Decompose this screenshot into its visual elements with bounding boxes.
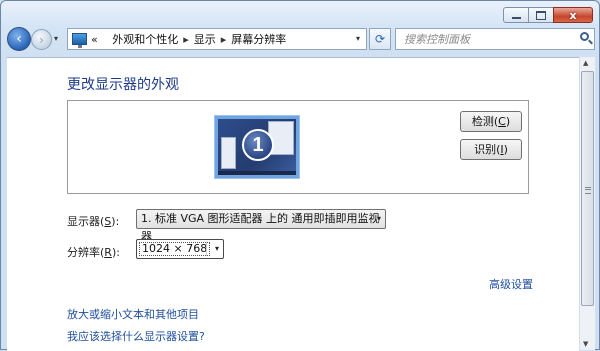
address-bar[interactable]: « 外观和个性化 ▸ 显示 ▸ 屏幕分辨率 ▾ (67, 28, 367, 50)
breadcrumb-overflow[interactable]: « (91, 33, 98, 46)
page-title: 更改显示器的外观 (67, 77, 179, 93)
maximize-button[interactable] (528, 7, 554, 23)
close-icon: x (569, 8, 577, 22)
search-icon[interactable] (580, 32, 589, 41)
chevron-down-icon: ▾ (376, 214, 381, 223)
vertical-scrollbar[interactable]: ▲ ▼ (579, 57, 595, 350)
identify-label: 识别( (474, 143, 501, 156)
scroll-down-icon[interactable]: ▼ (583, 340, 588, 348)
resolution-select-value: 1024 × 768 (139, 242, 211, 256)
control-panel-icon (72, 33, 87, 48)
chevron-down-icon: ▾ (214, 244, 219, 253)
breadcrumb-separator-icon[interactable]: ▸ (183, 33, 189, 46)
identify-button[interactable]: 识别(I) (460, 139, 522, 160)
navigation-bar: ‹ › ▾ « 外观和个性化 ▸ 显示 ▸ 屏幕分辨率 ▾ ⟳ 搜索控制面板 (7, 27, 595, 53)
scrollbar-thumb[interactable] (581, 71, 594, 306)
minimize-button[interactable] (503, 7, 529, 23)
breadcrumb-separator-icon (104, 33, 108, 46)
search-placeholder: 搜索控制面板 (404, 33, 470, 46)
select-divider (206, 242, 207, 256)
preview-taskbar (218, 171, 296, 175)
forward-arrow-icon: › (39, 32, 44, 47)
refresh-icon: ⟳ (374, 32, 386, 46)
which-settings-link[interactable]: 我应该选择什么显示器设置? (67, 328, 205, 344)
resolution-access-key: R (104, 246, 112, 259)
resolution-label-end: ): (111, 246, 120, 259)
back-button[interactable]: ‹ (7, 27, 31, 51)
scroll-up-icon[interactable]: ▲ (583, 59, 588, 67)
enlarge-text-link[interactable]: 放大或缩小文本和其他项目 (67, 306, 199, 322)
display-preview-area: 1 检测(C) 识别(I) (67, 100, 529, 194)
breadcrumb-display[interactable]: 显示 (194, 31, 216, 47)
recent-pages-dropdown-icon[interactable]: ▾ (54, 34, 58, 43)
resolution-label-text: 分辨率( (67, 246, 105, 259)
maximize-icon (536, 10, 546, 20)
display-label: 显示器(S): (67, 213, 119, 229)
detect-label-end: ) (505, 115, 511, 128)
close-button[interactable]: x (553, 7, 593, 23)
breadcrumb-separator-icon[interactable]: ▸ (221, 33, 227, 46)
caption-buttons: x (503, 7, 593, 23)
refresh-button[interactable]: ⟳ (369, 28, 391, 50)
forward-button[interactable]: › (31, 29, 52, 50)
detect-button[interactable]: 检测(C) (460, 111, 522, 132)
advanced-settings-link[interactable]: 高级设置 (489, 276, 533, 292)
breadcrumb-resolution[interactable]: 屏幕分辨率 (231, 31, 286, 47)
detect-label: 检测( (471, 115, 499, 128)
resolution-select[interactable]: 1024 × 768 ▾ (136, 239, 224, 259)
grip-icon (585, 187, 591, 194)
detect-access-key: C (498, 115, 506, 128)
monitor-1-preview[interactable]: 1 (215, 116, 299, 178)
monitor-number-badge: 1 (242, 129, 274, 161)
breadcrumb-appearance[interactable]: 外观和个性化 (112, 31, 178, 47)
address-dropdown-icon[interactable]: ▾ (356, 34, 360, 43)
display-label-end: ): (111, 215, 120, 228)
resolution-label: 分辨率(R): (67, 244, 120, 260)
minimize-icon (511, 16, 521, 19)
back-arrow-icon: ‹ (16, 31, 22, 47)
display-select[interactable]: 1. 标准 VGA 图形适配器 上的 通用即插即用监视器 ▾ (136, 209, 386, 243)
preview-window-icon (221, 137, 236, 169)
control-panel-window: x ‹ › ▾ « 外观和个性化 ▸ 显示 ▸ 屏幕分辨率 ▾ ⟳ 搜索控制面板 (0, 0, 600, 351)
identify-label-end: ) (503, 143, 508, 156)
display-label-text: 显示器( (67, 215, 105, 228)
search-input[interactable]: 搜索控制面板 (395, 28, 595, 50)
content-pane: 更改显示器的外观 1 检测(C) 识别(I) 显示器(S): 1. 标准 VGA… (7, 57, 579, 351)
